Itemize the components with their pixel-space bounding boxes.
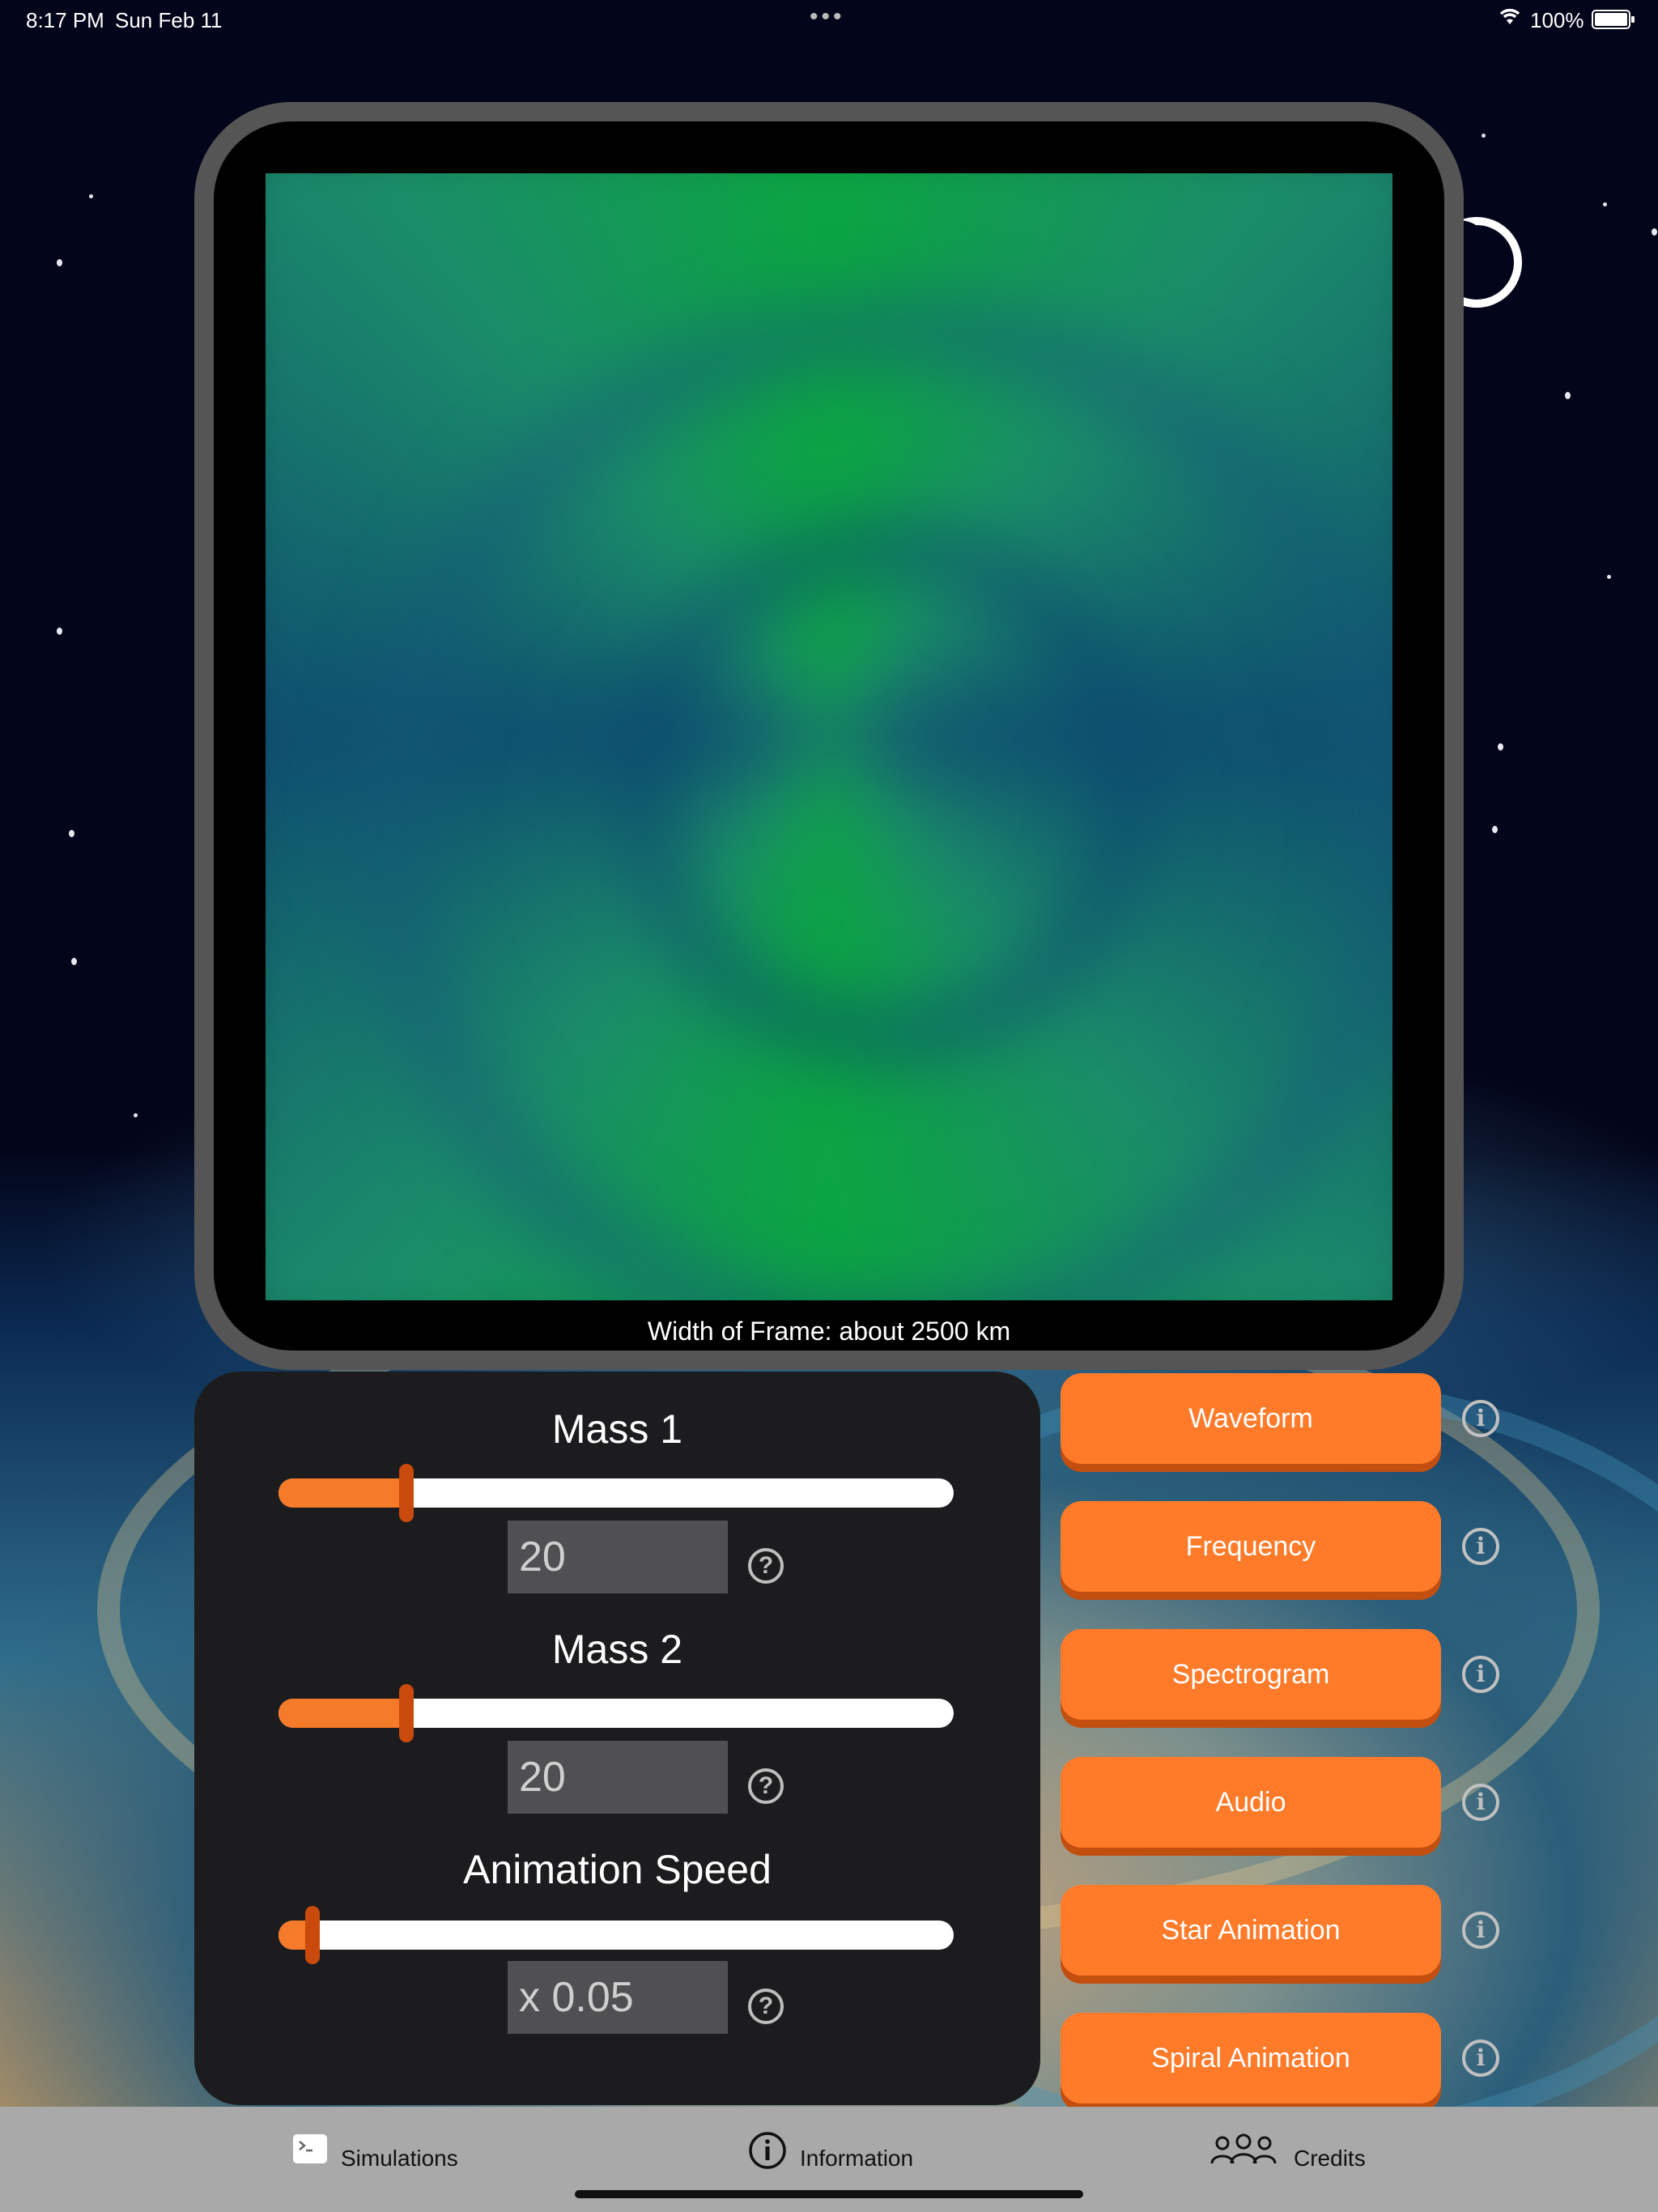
tab-information[interactable]: Information <box>800 2146 913 2172</box>
animation-speed-title: Animation Speed <box>463 1847 772 1892</box>
help-icon[interactable]: ? <box>748 1768 784 1804</box>
audio-button[interactable]: Audio <box>1061 1757 1441 1848</box>
status-bar: 8:17 PM Sun Feb 11 ••• 100% <box>0 0 1658 37</box>
tab-credits[interactable]: Credits <box>1294 2146 1366 2172</box>
waveform-button[interactable]: Waveform <box>1061 1373 1441 1464</box>
info-circle-icon[interactable] <box>748 2131 787 2174</box>
animation-speed-slider[interactable] <box>278 1906 954 1964</box>
frame-width-caption: Width of Frame: about 2500 km <box>647 1317 1011 1346</box>
star <box>1607 575 1611 579</box>
star <box>1492 826 1498 833</box>
people-icon[interactable] <box>1209 2133 1278 2171</box>
star <box>134 1113 138 1117</box>
status-date: Sun Feb 11 <box>115 8 223 32</box>
star <box>1482 134 1486 138</box>
frequency-info-icon[interactable]: i <box>1462 1528 1499 1565</box>
star <box>57 259 62 266</box>
star <box>69 830 74 837</box>
spectrogram-info-icon[interactable]: i <box>1462 1656 1499 1693</box>
controls-panel: Mass 1 20 ? Mass 2 20 ? Animation Speed … <box>194 1372 1040 2105</box>
mass-1-title: Mass 1 <box>551 1406 683 1452</box>
star <box>89 194 93 198</box>
star <box>1603 202 1607 206</box>
frequency-button[interactable]: Frequency <box>1061 1501 1441 1592</box>
star <box>71 958 77 965</box>
gravitational-wave-simulation <box>266 173 1392 1300</box>
star <box>1498 743 1503 751</box>
mass-1-slider[interactable] <box>278 1464 954 1522</box>
star-animation-info-icon[interactable]: i <box>1462 1912 1499 1949</box>
audio-info-icon[interactable]: i <box>1462 1784 1499 1821</box>
waveform-info-icon[interactable]: i <box>1462 1400 1499 1437</box>
home-indicator <box>575 2190 1083 2198</box>
star <box>57 627 62 635</box>
mass-1-field[interactable]: 20 <box>508 1521 728 1593</box>
battery-percent: 100% <box>1530 8 1584 32</box>
star <box>1565 392 1571 399</box>
slider-thumb[interactable] <box>304 1906 320 1964</box>
spiral-animation-info-icon[interactable]: i <box>1462 2040 1499 2077</box>
tab-simulations[interactable]: Simulations <box>341 2146 458 2172</box>
help-icon[interactable]: ? <box>748 1548 784 1584</box>
spectrogram-button[interactable]: Spectrogram <box>1061 1629 1441 1720</box>
help-icon[interactable]: ? <box>748 1989 784 2024</box>
status-time: 8:17 PM <box>26 8 104 32</box>
mass-2-title: Mass 2 <box>551 1627 683 1672</box>
animation-speed-field[interactable]: x 0.05 <box>508 1961 728 2034</box>
multitasking-dots-icon[interactable]: ••• <box>810 3 845 31</box>
wifi-icon <box>1498 6 1522 32</box>
terminal-icon[interactable] <box>293 2134 327 2167</box>
slider-thumb[interactable] <box>399 1684 414 1742</box>
spiral-animation-button[interactable]: Spiral Animation <box>1061 2013 1441 2104</box>
star-animation-button[interactable]: Star Animation <box>1061 1885 1441 1976</box>
mass-2-field[interactable]: 20 <box>508 1741 728 1814</box>
slider-thumb[interactable] <box>399 1464 414 1522</box>
star <box>1652 228 1657 236</box>
battery-icon <box>1592 10 1635 29</box>
mass-2-slider[interactable] <box>278 1684 954 1742</box>
